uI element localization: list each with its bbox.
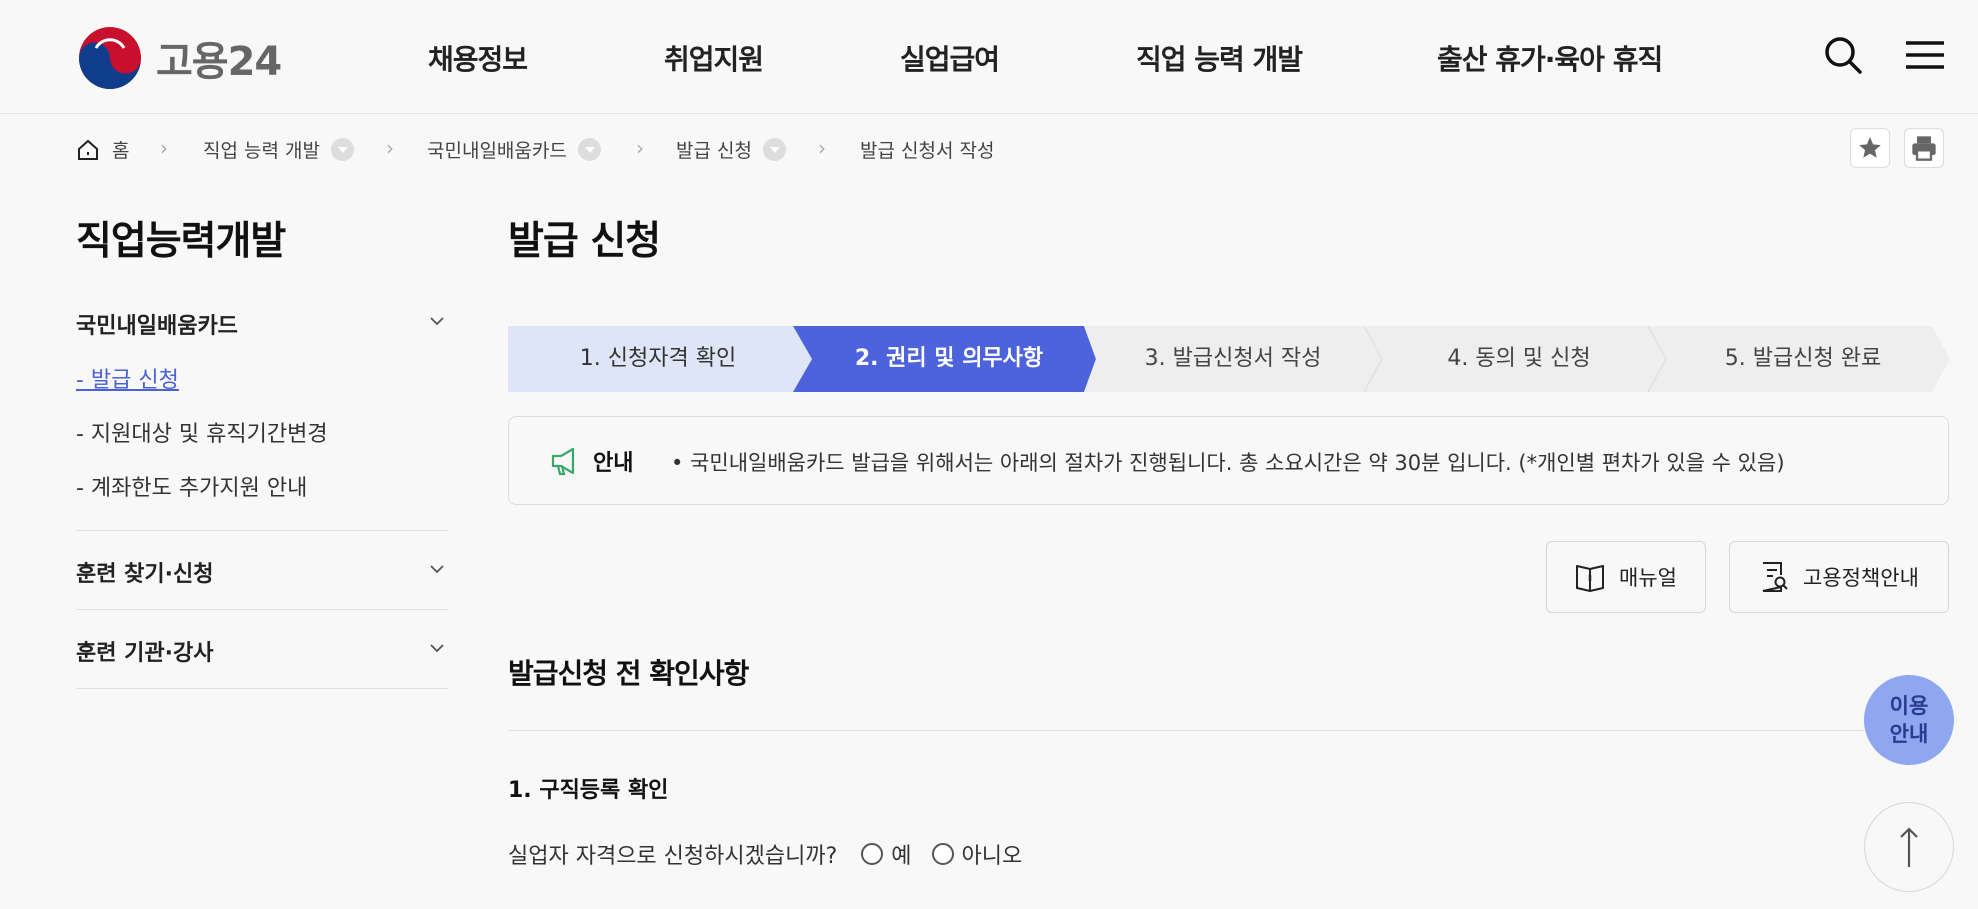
menu-icon[interactable] bbox=[1904, 34, 1946, 76]
usage-guide-button[interactable]: 이용 안내 bbox=[1864, 675, 1954, 765]
radio-no[interactable] bbox=[931, 843, 954, 865]
breadcrumb-label: 직업 능력 개발 bbox=[203, 140, 320, 162]
lnb-group-label: 훈련 찾기·신청 bbox=[76, 562, 214, 587]
usage-guide-line2: 안내 bbox=[1889, 722, 1929, 746]
scroll-top-button[interactable] bbox=[1864, 802, 1954, 892]
logo-text: 고용24 bbox=[156, 39, 282, 85]
section-divider bbox=[508, 730, 1950, 731]
section-title: 발급신청 전 확인사항 bbox=[508, 657, 749, 690]
breadcrumb-dropdown-icon[interactable] bbox=[577, 138, 601, 161]
usage-guide-line1: 이용 bbox=[1889, 694, 1929, 718]
arrow-up-icon bbox=[1900, 827, 1918, 867]
book-icon bbox=[1576, 565, 1605, 592]
policy-guide-button-label: 고용정책안내 bbox=[1803, 566, 1919, 590]
breadcrumb-separator-icon: › bbox=[386, 136, 394, 160]
print-button[interactable] bbox=[1904, 128, 1944, 168]
gnb-item-jobs[interactable]: 채용정보 bbox=[428, 38, 528, 78]
breadcrumb-label: 발급 신청서 작성 bbox=[860, 140, 995, 162]
breadcrumb-dropdown-icon[interactable] bbox=[762, 138, 786, 161]
question-text: 실업자 자격으로 신청하시겠습니까? bbox=[508, 844, 838, 869]
notice-text: • 국민내일배움카드 발급을 위해서는 아래의 절차가 진행됩니다. 총 소요시… bbox=[671, 451, 1785, 475]
lnb-sub-link[interactable]: - 발급 신청 bbox=[76, 368, 179, 393]
breadcrumb-separator-icon: › bbox=[636, 136, 644, 160]
lnb-group-training-search[interactable]: 훈련 찾기·신청 bbox=[76, 556, 448, 588]
breadcrumb-separator-icon: › bbox=[818, 136, 826, 160]
breadcrumb-item-vocational-training[interactable]: 직업 능력 개발 bbox=[203, 136, 354, 163]
home-icon bbox=[78, 139, 98, 160]
step-2-current: 2. 권리 및 의무사항 bbox=[854, 346, 1044, 371]
step-4: 4. 동의 및 신청 bbox=[1447, 346, 1591, 371]
chevron-down-icon bbox=[430, 565, 444, 574]
radio-yes-label: 예 bbox=[891, 844, 912, 869]
search-icon[interactable] bbox=[1822, 34, 1864, 76]
gnb-item-unemployment-benefit[interactable]: 실업급여 bbox=[900, 38, 1000, 78]
breadcrumb-label: 발급 신청 bbox=[676, 140, 752, 162]
printer-icon bbox=[1912, 136, 1936, 161]
lnb-divider bbox=[76, 688, 448, 689]
lnb-group-label: 훈련 기관·강사 bbox=[76, 641, 214, 666]
breadcrumb-current: 발급 신청서 작성 bbox=[860, 136, 994, 163]
breadcrumb-separator-icon: › bbox=[160, 136, 168, 160]
question-title: 1. 구직등록 확인 bbox=[508, 778, 669, 803]
policy-guide-button[interactable]: 고용정책안내 bbox=[1729, 541, 1949, 613]
gnb-item-parental-leave[interactable]: 출산 휴가·육아 휴직 bbox=[1437, 38, 1663, 78]
breadcrumb-dropdown-icon[interactable] bbox=[330, 138, 354, 161]
gnb-item-vocational-training[interactable]: 직업 능력 개발 bbox=[1136, 38, 1303, 78]
site-logo[interactable]: 고용24 bbox=[78, 27, 282, 89]
step-1: 1. 신청자격 확인 bbox=[579, 346, 737, 371]
radio-yes[interactable] bbox=[861, 843, 884, 865]
taegeuk-logo-icon bbox=[79, 27, 141, 89]
favorite-button[interactable] bbox=[1850, 128, 1890, 168]
step-indicator: 1. 신청자격 확인 2. 권리 및 의무사항 3. 발급신청서 작성 4. 동… bbox=[508, 326, 1950, 392]
page-title: 발급 신청 bbox=[508, 219, 661, 264]
lnb-sub-support-target[interactable]: - 지원대상 및 휴직기간변경 bbox=[76, 416, 328, 448]
breadcrumb-home-label: 홈 bbox=[112, 140, 130, 162]
star-icon bbox=[1859, 137, 1881, 158]
manual-button-label: 매뉴얼 bbox=[1619, 566, 1677, 590]
step-5: 5. 발급신청 완료 bbox=[1724, 346, 1882, 371]
step-3: 3. 발급신청서 작성 bbox=[1144, 346, 1322, 371]
document-search-icon bbox=[1762, 562, 1788, 592]
lnb-sub-issue-apply[interactable]: - 발급 신청 bbox=[76, 362, 179, 394]
gnb-item-employment-support[interactable]: 취업지원 bbox=[664, 38, 764, 78]
manual-button[interactable]: 매뉴얼 bbox=[1546, 541, 1706, 613]
notice-label: 안내 bbox=[593, 451, 634, 476]
radio-no-label: 아니오 bbox=[961, 844, 1023, 869]
megaphone-icon bbox=[551, 447, 575, 476]
chevron-down-icon bbox=[430, 317, 444, 326]
lnb-divider bbox=[76, 609, 448, 610]
lnb-title: 직업능력개발 bbox=[76, 219, 286, 264]
lnb-group-learning-card[interactable]: 국민내일배움카드 bbox=[76, 308, 448, 340]
notice-box: 안내 • 국민내일배움카드 발급을 위해서는 아래의 절차가 진행됩니다. 총 … bbox=[508, 416, 1949, 505]
breadcrumb-item-learning-card[interactable]: 국민내일배움카드 bbox=[427, 136, 601, 163]
breadcrumb-label: 국민내일배움카드 bbox=[427, 140, 567, 162]
question-row: 실업자 자격으로 신청하시겠습니까? 예 아니오 bbox=[508, 838, 1022, 870]
breadcrumb-home[interactable]: 홈 bbox=[76, 136, 129, 163]
radio-option-yes[interactable]: 예 bbox=[861, 838, 931, 870]
radio-option-no[interactable]: 아니오 bbox=[931, 838, 1023, 870]
lnb-group-label: 국민내일배움카드 bbox=[76, 314, 238, 339]
lnb-group-training-institution[interactable]: 훈련 기관·강사 bbox=[76, 635, 448, 667]
site-header: 고용24 채용정보 취업지원 실업급여 직업 능력 개발 출산 휴가·육아 휴직 bbox=[0, 0, 1978, 114]
chevron-down-icon bbox=[430, 644, 444, 653]
lnb-divider bbox=[76, 530, 448, 531]
lnb-sub-account-limit[interactable]: - 계좌한도 추가지원 안내 bbox=[76, 470, 307, 502]
breadcrumb-item-issue-apply[interactable]: 발급 신청 bbox=[676, 136, 786, 163]
